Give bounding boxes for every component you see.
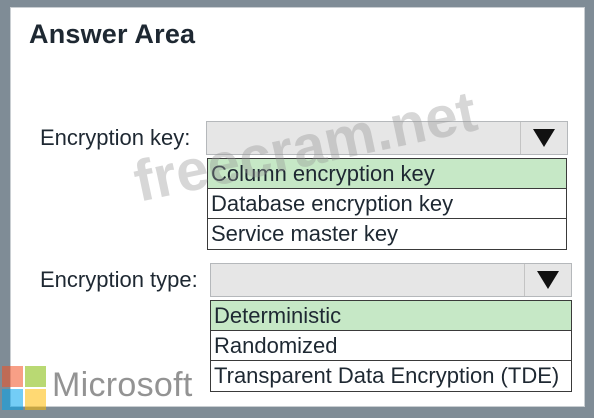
encryption-key-option[interactable]: Service master key	[208, 219, 566, 249]
encryption-key-options: Column encryption key Database encryptio…	[207, 158, 567, 250]
page: Answer Area Encryption key: Column encry…	[0, 0, 594, 418]
chevron-down-icon	[537, 271, 559, 289]
encryption-key-label: Encryption key:	[40, 125, 191, 150]
chevron-down-icon	[533, 129, 555, 147]
logo-square	[25, 366, 46, 387]
microsoft-logo-icon	[2, 366, 46, 410]
encryption-key-dropdown-button[interactable]	[520, 122, 567, 154]
encryption-type-option[interactable]: Deterministic	[211, 301, 571, 331]
logo-square	[2, 389, 23, 410]
logo-square	[25, 389, 46, 410]
answer-area-title: Answer Area	[29, 19, 196, 49]
encryption-type-option[interactable]: Randomized	[211, 331, 571, 361]
logo-square	[2, 366, 23, 387]
encryption-key-option[interactable]: Column encryption key	[208, 159, 566, 189]
encryption-type-label: Encryption type:	[40, 267, 198, 292]
encryption-type-options: Deterministic Randomized Transparent Dat…	[210, 300, 572, 392]
microsoft-brand-text: Microsoft	[52, 366, 193, 404]
encryption-type-dropdown[interactable]	[210, 263, 572, 297]
encryption-type-dropdown-button[interactable]	[524, 264, 571, 296]
encryption-key-option[interactable]: Database encryption key	[208, 189, 566, 219]
answer-area-panel: Answer Area Encryption key: Column encry…	[10, 7, 585, 407]
encryption-type-option[interactable]: Transparent Data Encryption (TDE)	[211, 361, 571, 391]
encryption-key-dropdown[interactable]	[206, 121, 568, 155]
